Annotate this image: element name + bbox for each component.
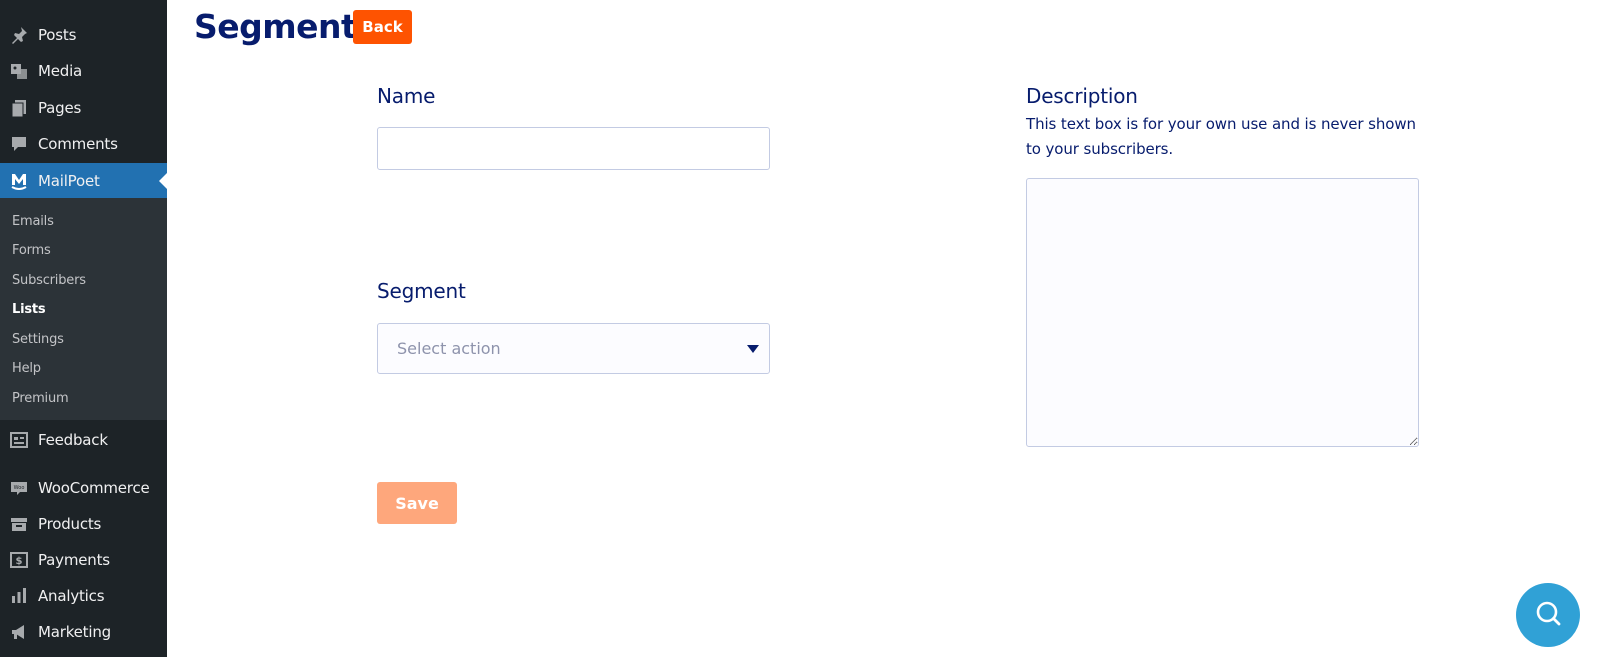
sidebar-item-posts[interactable]: Posts	[0, 17, 167, 53]
name-label: Name	[377, 84, 436, 108]
sidebar-item-mailpoet[interactable]: MailPoet	[0, 163, 167, 199]
sidebar-item-marketing[interactable]: Marketing	[0, 614, 167, 650]
save-button[interactable]: Save	[377, 482, 457, 524]
pin-icon	[9, 25, 29, 45]
back-button[interactable]: Back	[353, 10, 412, 44]
mailpoet-submenu: Emails Forms Subscribers Lists Settings …	[0, 198, 167, 420]
sidebar-item-label: Comments	[38, 135, 118, 153]
help-beacon-button[interactable]	[1516, 583, 1580, 647]
media-icon	[9, 61, 29, 81]
description-textarea[interactable]	[1026, 178, 1419, 447]
sidebar-item-label: Marketing	[38, 623, 111, 641]
admin-sidebar: Posts Media Pages Comments MailPoet Emai…	[0, 0, 167, 657]
submenu-item-help[interactable]: Help	[12, 361, 41, 376]
mailpoet-icon	[9, 171, 29, 191]
sidebar-item-label: WooCommerce	[38, 479, 150, 497]
sidebar-item-label: Analytics	[38, 587, 105, 605]
description-label: Description	[1026, 84, 1138, 108]
description-help-text: This text box is for your own use and is…	[1026, 115, 1416, 158]
segment-label: Segment	[377, 279, 466, 303]
sidebar-item-label: Media	[38, 62, 83, 80]
sidebar-item-media[interactable]: Media	[0, 53, 167, 89]
submenu-item-premium[interactable]: Premium	[12, 391, 69, 406]
products-icon	[9, 514, 29, 534]
caret-down-icon	[747, 345, 759, 353]
feedback-icon	[9, 430, 29, 450]
search-icon	[1534, 599, 1562, 632]
sidebar-item-comments[interactable]: Comments	[0, 126, 167, 162]
submenu-item-lists[interactable]: Lists	[12, 302, 46, 317]
sidebar-item-feedback[interactable]: Feedback	[0, 422, 167, 458]
sidebar-item-label: Pages	[38, 99, 82, 117]
sidebar-item-pages[interactable]: Pages	[0, 90, 167, 126]
sidebar-item-woocommerce[interactable]: Woo WooCommerce	[0, 470, 167, 506]
marketing-icon	[9, 622, 29, 642]
sidebar-item-payments[interactable]: $ Payments	[0, 542, 167, 578]
svg-text:$: $	[16, 556, 23, 567]
name-input[interactable]	[377, 127, 770, 170]
sidebar-item-label: MailPoet	[38, 172, 100, 190]
woocommerce-icon: Woo	[9, 478, 29, 498]
submenu-item-forms[interactable]: Forms	[12, 243, 51, 258]
comment-icon	[9, 134, 29, 154]
active-indicator	[159, 173, 167, 189]
page-title: Segment	[194, 7, 357, 46]
sidebar-item-label: Feedback	[38, 431, 108, 449]
sidebar-item-products[interactable]: Products	[0, 506, 167, 542]
submenu-item-settings[interactable]: Settings	[12, 332, 64, 347]
sidebar-item-label: Products	[38, 515, 102, 533]
payments-icon: $	[9, 550, 29, 570]
sidebar-item-analytics[interactable]: Analytics	[0, 578, 167, 614]
svg-text:Woo: Woo	[14, 485, 25, 491]
pages-icon	[9, 98, 29, 118]
segment-select-placeholder: Select action	[397, 339, 501, 358]
sidebar-item-label: Posts	[38, 26, 77, 44]
submenu-item-emails[interactable]: Emails	[12, 214, 54, 229]
submenu-item-subscribers[interactable]: Subscribers	[12, 273, 86, 288]
segment-select[interactable]: Select action	[377, 323, 770, 374]
sidebar-item-label: Payments	[38, 551, 110, 569]
analytics-icon	[9, 586, 29, 606]
